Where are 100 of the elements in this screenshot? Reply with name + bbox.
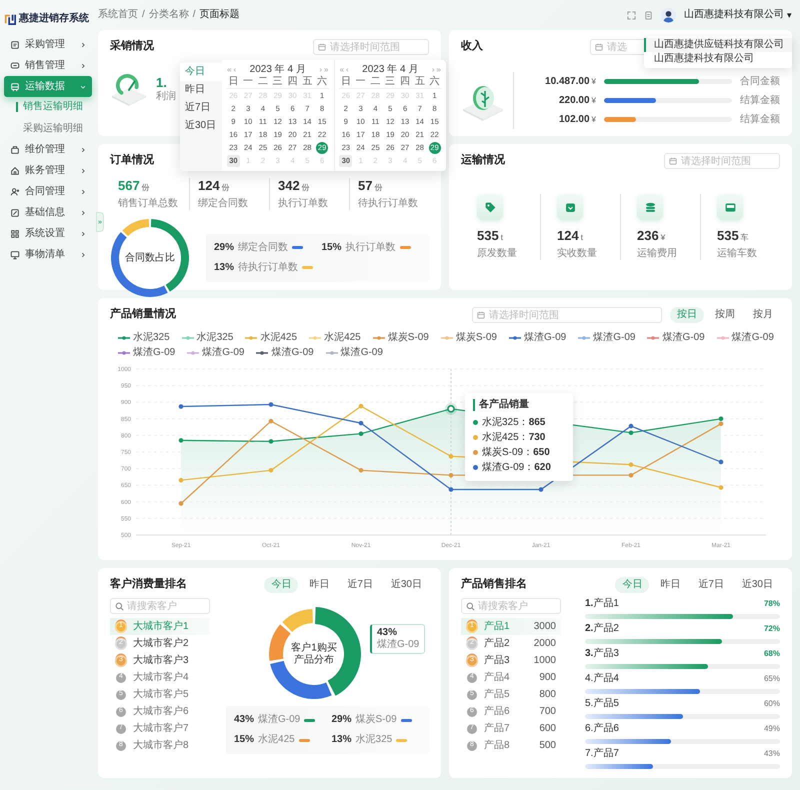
weekday-label: 六 [427, 76, 442, 89]
stat-unit: ¥ [660, 233, 666, 243]
weekday-label: 一 [353, 76, 368, 89]
bar-percent: 43% [764, 749, 780, 759]
stat-unit: 份 [142, 183, 150, 193]
stat-value: 535 [477, 228, 499, 244]
weekday-label: 三 [382, 76, 398, 89]
stat-value: 535 [717, 228, 739, 244]
bar-percent: 68% [764, 649, 780, 659]
stat-label: 执行订单数 [278, 198, 329, 210]
bar-label: 6.产品6 [585, 723, 619, 735]
stat-unit: 份 [302, 183, 310, 193]
amount-label: 结算金额 [740, 94, 780, 106]
weekday-label: 四 [398, 76, 412, 89]
bar-label: 3.产品3 [585, 648, 619, 660]
legend-label: 煤渣G-09 [202, 347, 244, 359]
stat-unit: t [580, 233, 583, 243]
legend-label: 煤渣G-09 [662, 332, 705, 344]
card-title: 订单情况 [110, 154, 154, 168]
weekday-label: 二 [256, 76, 270, 89]
stat-value: 124 [557, 228, 579, 244]
legend-percent: 13% [214, 262, 234, 274]
stat-label: 实收数量 [557, 248, 598, 260]
card-title: 收入 [461, 40, 483, 54]
legend-label: 水泥325 [356, 734, 392, 746]
legend-label: 煤渣G-09 [133, 347, 176, 359]
stat-value: 124 [198, 178, 220, 194]
bar-percent: 65% [764, 674, 780, 684]
stat-label: 待执行订单数 [358, 198, 419, 210]
legend-label: 执行订单数 [346, 242, 396, 254]
legend-label: 煤渣G-09 [524, 332, 566, 344]
donut-center-label: 合同数占比 [124, 252, 176, 264]
legend-label: 煤炭S-09 [388, 332, 429, 344]
stat-label: 原发数量 [477, 248, 518, 260]
amount-label: 合同金额 [740, 76, 780, 88]
logo-text: 惠捷进销存系统 [19, 13, 89, 25]
legend-percent: 13% [332, 734, 352, 746]
stat-unit: 份 [374, 183, 382, 193]
tooltip-text: 煤渣G-09：620 [482, 462, 551, 474]
weekday-label: 一 [240, 76, 256, 89]
legend-percent: 29% [332, 714, 352, 726]
legend-label: 待执行订单数 [238, 262, 298, 274]
legend-label: 煤炭S-09 [456, 332, 497, 344]
bar-percent: 72% [764, 624, 780, 634]
currency-unit: ¥ [592, 96, 596, 106]
weekday-label: 三 [270, 76, 286, 89]
legend-label: 水泥425 [258, 734, 295, 746]
stat-label: 绑定合同数 [198, 198, 249, 210]
card-title: 客户消费量排名 [110, 578, 187, 592]
currency-unit: ¥ [592, 114, 596, 124]
legend-label: 煤渣G-09 [271, 347, 314, 359]
summary-label: 利润 [156, 90, 176, 103]
weekday-label: 六 [314, 76, 330, 89]
weekday-label: 日 [226, 76, 241, 89]
card-title: 运输情况 [461, 154, 505, 168]
legend-label: 水泥325 [196, 332, 234, 344]
amount-value: 102.00 [558, 114, 590, 126]
legend-label: 水泥425 [324, 332, 361, 344]
breadcrumb-separator: / [192, 9, 196, 21]
tooltip-text: 水泥325：865 [482, 416, 546, 428]
stat-unit: 份 [222, 183, 230, 193]
legend-label: 水泥325 [133, 332, 170, 344]
legend-percent: 43% [234, 714, 254, 726]
legend-percent: 15% [234, 734, 254, 746]
legend-label: 煤渣G-09 [258, 714, 300, 726]
card-title: 产品销售排名 [461, 578, 527, 592]
legend-label: 煤渣G-09 [732, 332, 774, 344]
stat-unit: t [500, 233, 503, 243]
breadcrumb-separator: / [142, 9, 145, 21]
stat-label: 销售订单总数 [118, 198, 179, 210]
summary-value: 1. [156, 75, 168, 90]
tooltip-title: 各产品销量 [473, 399, 565, 411]
legend-label: 绑定合同数 [238, 242, 288, 254]
tooltip-text: 水泥425：730 [482, 432, 546, 444]
legend-label: 煤炭S-09 [356, 714, 397, 726]
bar-label: 2.产品2 [585, 623, 619, 635]
legend-percent: 15% [322, 242, 342, 254]
card-title: 产品销量情况 [110, 308, 176, 322]
weekday-label: 二 [368, 76, 383, 89]
bar-label: 5.产品5 [585, 698, 619, 710]
stat-value: 342 [278, 178, 300, 194]
amount-value: 220.00 [558, 94, 590, 106]
bar-percent: 49% [764, 724, 780, 734]
stat-value: 236 [637, 228, 659, 244]
legend-label: 煤渣G-09 [593, 332, 636, 344]
month-title: 2023 年 4 月 [361, 64, 420, 76]
stat-unit: 车 [740, 233, 749, 243]
legend-percent: 29% [214, 242, 234, 254]
bar-percent: 60% [764, 699, 780, 709]
weekday-label: 四 [285, 76, 300, 89]
card-title: 采销情况 [110, 40, 154, 54]
weekday-label: 五 [412, 76, 428, 89]
currency-unit: ¥ [592, 76, 596, 86]
legend-label: 水泥425 [260, 332, 298, 344]
tooltip-text: 煤炭S-09：650 [482, 446, 550, 458]
stat-label: 运输费用 [637, 248, 678, 260]
weekday-label: 日 [338, 76, 354, 89]
stat-label: 运输车数 [717, 248, 758, 260]
month-title: 2023 年 4 月 [248, 64, 307, 76]
bar-percent: 78% [764, 599, 780, 609]
